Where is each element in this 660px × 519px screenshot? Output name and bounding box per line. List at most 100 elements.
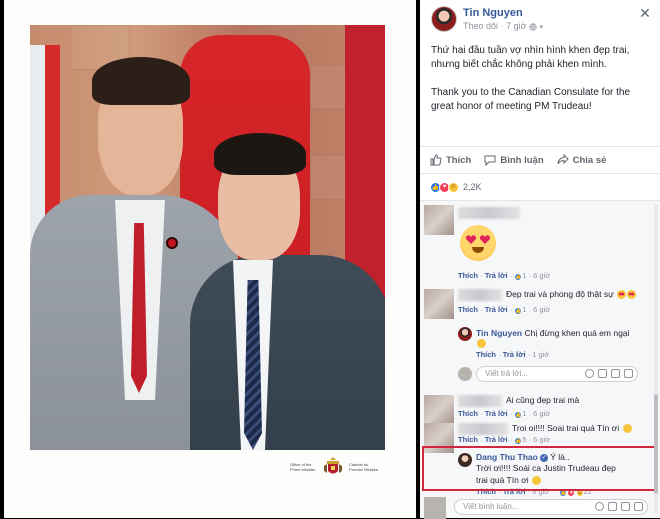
person-right-suit: [190, 255, 385, 450]
comment-reply-link[interactable]: Trả lời: [485, 271, 508, 280]
comment-like-link[interactable]: Thích: [458, 305, 478, 314]
post-sidebar: Tin Nguyen Theo dõi · 7 giờ ▾ ✕ Thứ hai …: [420, 0, 660, 519]
comment-text-content: Đẹp trai và phong độ thật sự: [506, 289, 614, 299]
commenter-name-blurred: [458, 289, 502, 301]
person-left-hair: [92, 57, 190, 105]
heart-eye-right: [480, 235, 490, 244]
comment-reply-link[interactable]: Trả lời: [485, 435, 508, 444]
post-body: Thứ hai đầu tuần vợ nhìn hình khen đẹp t…: [431, 44, 651, 128]
share-button[interactable]: Chia sẻ: [557, 154, 607, 166]
globe-icon: [529, 23, 537, 31]
comment-button[interactable]: Bình luận: [484, 154, 544, 166]
gif-icon[interactable]: [611, 369, 620, 378]
close-icon[interactable]: ✕: [638, 6, 652, 20]
sticker-icon[interactable]: [634, 502, 643, 511]
post-time[interactable]: 7 giờ: [506, 21, 526, 31]
comment-actions: Thích · Trả lời · 👍 1 · 6 giờ: [458, 409, 551, 419]
author-avatar[interactable]: [431, 6, 457, 32]
share-icon: [557, 154, 569, 165]
like-label: Thích: [446, 154, 472, 166]
office-caption-right: Cabinet du Premier Ministre: [349, 462, 379, 472]
comment-item: Đẹp trai và phong độ thật sự Thích · Trả…: [420, 287, 650, 327]
emoji-icon[interactable]: [595, 502, 604, 511]
camera-icon[interactable]: [598, 369, 607, 378]
comment-like-count: 5: [522, 435, 527, 444]
reply-text: Tin Nguyen Chị đừng khen quá em ngại: [476, 327, 629, 339]
heart-eyes-emoji-icon: [460, 225, 496, 261]
coat-of-arms-icon: [324, 457, 342, 474]
comment-icon: [484, 155, 496, 166]
comment-placeholder: Viết bình luận...: [463, 502, 519, 511]
share-label: Chia sẻ: [572, 154, 607, 166]
comment-like-link[interactable]: Thích: [458, 271, 478, 280]
haha-reaction-icon: ☺: [448, 181, 459, 193]
commenter-name-blurred: [458, 207, 520, 219]
post-text-en: Thank you to the Canadian Consulate for …: [431, 87, 631, 112]
reply-actions: Thích · Trả lời · 1 giờ: [476, 350, 550, 359]
highlight-box: [422, 446, 658, 491]
scrollbar[interactable]: [653, 204, 659, 514]
sticker-icon[interactable]: [624, 369, 633, 378]
photo-pane: Office of the Prime Minister Cabinet du …: [0, 0, 420, 518]
commenter-avatar[interactable]: [424, 289, 454, 319]
main-photo[interactable]: [30, 25, 385, 450]
comment-reply-link[interactable]: Trả lời: [485, 305, 508, 314]
photo-paper: Office of the Prime Minister Cabinet du …: [4, 0, 416, 518]
my-avatar: [458, 367, 472, 381]
poppy-pin-icon: [166, 237, 178, 249]
reply-like-link[interactable]: Thích: [476, 350, 496, 359]
camera-icon[interactable]: [608, 502, 617, 511]
emoji-icon[interactable]: [585, 369, 594, 378]
heart-eye-left: [466, 235, 476, 244]
comment-actions: Thích · Trả lời · 👍 1 · 6 giờ: [458, 271, 551, 281]
post-actions: Thích Bình luận Chia sẻ: [420, 146, 660, 174]
author-name[interactable]: Tin Nguyen: [463, 7, 523, 19]
reply-item: Tin Nguyen Chị đừng khen quá em ngại Thí…: [420, 325, 650, 361]
office-caption-left: Office of the Prime Minister: [290, 462, 316, 472]
comment-reply-link[interactable]: Trả lời: [485, 409, 508, 418]
like-button[interactable]: Thích: [430, 154, 471, 166]
photo-wall-block: [310, 65, 350, 110]
comment-like-link[interactable]: Thích: [458, 435, 478, 444]
reply-author-avatar[interactable]: [458, 327, 472, 341]
commenter-avatar[interactable]: [424, 205, 454, 235]
comment-time: 6 giờ: [533, 435, 551, 444]
comment-item: Troi oi!!!! Soai trai quá Tín ơi Thích ·…: [420, 421, 650, 453]
thumbs-up-icon: [430, 154, 442, 166]
reply-input-icons: [585, 369, 633, 378]
comment-time: 6 giờ: [533, 305, 551, 314]
person-right-hair: [214, 133, 306, 175]
privacy-dropdown-icon[interactable]: ▾: [540, 24, 544, 31]
post-header: Tin Nguyen Theo dõi · 7 giờ ▾ ✕: [420, 0, 660, 38]
comment-time: 6 giờ: [533, 271, 551, 280]
commenter-name-blurred: [458, 423, 508, 435]
heart-eyes-icon: [627, 290, 637, 300]
comment-text: Đẹp trai và phong độ thật sự: [506, 288, 637, 300]
reply-author-name[interactable]: Tin Nguyen: [476, 328, 522, 338]
comment-input[interactable]: Viết bình luận...: [454, 499, 648, 515]
comment-label: Bình luận: [500, 154, 544, 166]
reply-input[interactable]: Viết trả lời...: [476, 366, 638, 382]
emoji-mouth: [472, 247, 484, 253]
comment-like-count: 1: [522, 271, 527, 280]
reactions-summary[interactable]: 👍 ♥ ☺ 2,2K: [430, 180, 482, 194]
comment-like-count: 1: [522, 305, 527, 314]
smile-emoji-icon: [622, 424, 632, 434]
comment-input-icons: [595, 502, 643, 511]
comment-like-link[interactable]: Thích: [458, 409, 478, 418]
reply-placeholder: Viết trả lời...: [485, 369, 528, 378]
comment-time: 6 giờ: [533, 409, 551, 418]
reply-text-content: Chị đừng khen quá em ngại: [524, 328, 630, 338]
follow-link[interactable]: Theo dõi: [463, 21, 498, 31]
meta-dot: ·: [500, 21, 504, 31]
comment-like-count: 1: [522, 409, 527, 418]
gif-icon[interactable]: [621, 502, 630, 511]
comment-text: Troi oi!!!! Soai trai quá Tín ơi: [512, 422, 632, 434]
commenter-name-blurred: [458, 395, 502, 407]
grin-sweat-emoji-icon: [477, 339, 486, 348]
comment-text-content: Troi oi!!!! Soai trai quá Tín ơi: [512, 423, 620, 433]
photo-wall-block: [310, 155, 350, 200]
reply-reply-link[interactable]: Trả lời: [503, 350, 526, 359]
comment-actions: Thích · Trả lời · 👍 1 · 6 giờ: [458, 305, 551, 315]
heart-eyes-icon: [617, 290, 627, 300]
